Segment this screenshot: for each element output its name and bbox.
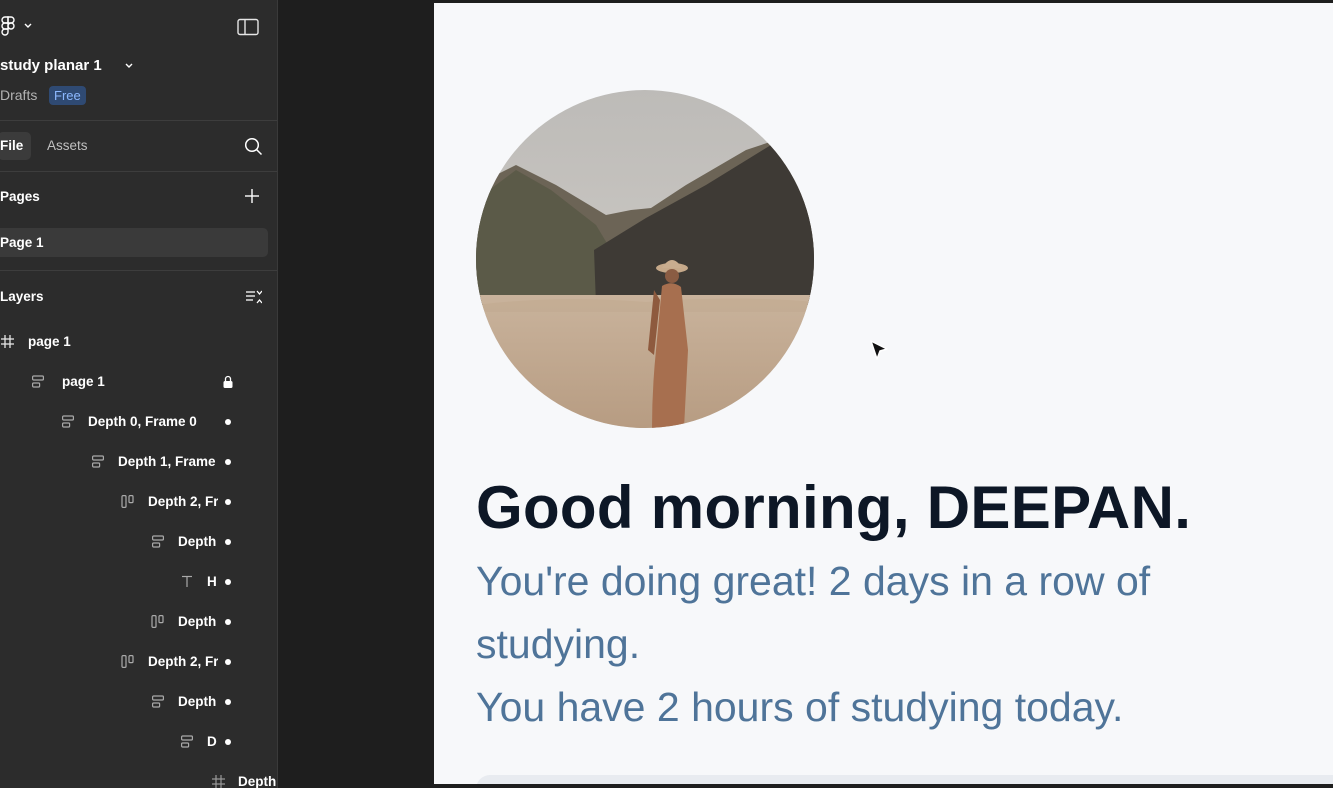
figma-logo-icon: [1, 16, 15, 36]
layer-name: H: [207, 574, 217, 589]
tab-file[interactable]: File: [0, 132, 32, 160]
layer-name: Depth: [178, 614, 217, 629]
layer-row[interactable]: Depth 0, Frame 0: [0, 402, 277, 442]
project-location[interactable]: Drafts: [0, 87, 37, 103]
chevron-down-icon: [24, 23, 32, 28]
divider: [0, 171, 277, 172]
layer-name: Depth: [178, 534, 217, 549]
divider: [0, 270, 277, 271]
layers-section-title: Layers: [0, 289, 44, 304]
pages-section-title: Pages: [0, 189, 40, 204]
layer-name: page 1: [62, 374, 105, 389]
collapse-layers-icon[interactable]: [245, 290, 262, 304]
layer-status-dot: [225, 459, 231, 465]
layer-row[interactable]: page 1: [0, 362, 277, 402]
layer-status-dot: [225, 579, 231, 585]
page-list-item[interactable]: Page 1: [0, 228, 268, 257]
greeting-heading: Good morning, DEEPAN.: [476, 474, 1192, 541]
streak-message: You're doing great! 2 days in a row of s…: [476, 558, 1151, 667]
lock-icon[interactable]: [222, 375, 234, 389]
auto-layout-vertical-icon: [62, 415, 74, 428]
layer-status-dot: [225, 699, 231, 705]
layer-status-dot: [225, 619, 231, 625]
profile-photo[interactable]: [476, 90, 814, 428]
plan-badge: Free: [49, 86, 86, 105]
layer-name: Depth 0, Frame 0: [88, 414, 197, 429]
tab-assets[interactable]: Assets: [47, 132, 88, 160]
chevron-down-icon[interactable]: [124, 62, 134, 70]
divider: [0, 120, 277, 121]
layer-name: Depth 2, Fr: [148, 654, 218, 669]
mouse-pointer-icon: [870, 340, 888, 360]
layer-name: Depth: [238, 774, 277, 788]
left-sidebar: study planar 1 Drafts Free File Assets P…: [0, 0, 278, 788]
auto-layout-vertical-icon: [181, 735, 193, 748]
layer-row[interactable]: Depth: [0, 762, 277, 788]
toggle-sidebar-icon[interactable]: [237, 18, 259, 36]
auto-layout-vertical-icon: [152, 695, 164, 708]
study-hours-message: You have 2 hours of studying today.: [476, 684, 1124, 730]
layer-row[interactable]: Depth: [0, 522, 277, 562]
main-menu-button[interactable]: [0, 16, 36, 38]
layer-row[interactable]: Depth 1, Frame: [0, 442, 277, 482]
layer-status-dot: [225, 659, 231, 665]
layer-name: D: [207, 734, 217, 749]
file-name[interactable]: study planar 1: [0, 57, 102, 74]
auto-layout-horizontal-icon: [121, 495, 134, 508]
auto-layout-vertical-icon: [32, 375, 44, 388]
text-icon: [182, 575, 192, 587]
page-frame[interactable]: Good morning, DEEPAN. You're doing great…: [434, 3, 1333, 784]
content-card: [476, 775, 1333, 784]
frame-grid-icon: [1, 335, 14, 348]
landscape-woman-image: [476, 90, 814, 428]
auto-layout-vertical-icon: [152, 535, 164, 548]
layer-status-dot: [225, 539, 231, 545]
layer-row[interactable]: Depth: [0, 682, 277, 722]
layer-row[interactable]: page 1: [0, 322, 277, 362]
layer-row[interactable]: H: [0, 562, 277, 602]
layer-status-dot: [225, 739, 231, 745]
page-item-label: Page 1: [0, 235, 44, 250]
layer-row[interactable]: Depth: [0, 602, 277, 642]
layer-name: page 1: [28, 334, 71, 349]
auto-layout-horizontal-icon: [121, 655, 134, 668]
layer-status-dot: [225, 499, 231, 505]
layer-row[interactable]: D: [0, 722, 277, 762]
auto-layout-horizontal-icon: [151, 615, 164, 628]
layer-name: Depth 2, Fr: [148, 494, 218, 509]
auto-layout-vertical-icon: [92, 455, 104, 468]
layer-row[interactable]: Depth 2, Fr: [0, 482, 277, 522]
layer-row[interactable]: Depth 2, Fr: [0, 642, 277, 682]
search-icon[interactable]: [244, 137, 263, 156]
layer-name: Depth 1, Frame: [118, 454, 216, 469]
add-page-icon[interactable]: [244, 188, 260, 204]
layer-name: Depth: [178, 694, 217, 709]
layer-status-dot: [225, 419, 231, 425]
frame-grid-icon: [212, 775, 225, 788]
